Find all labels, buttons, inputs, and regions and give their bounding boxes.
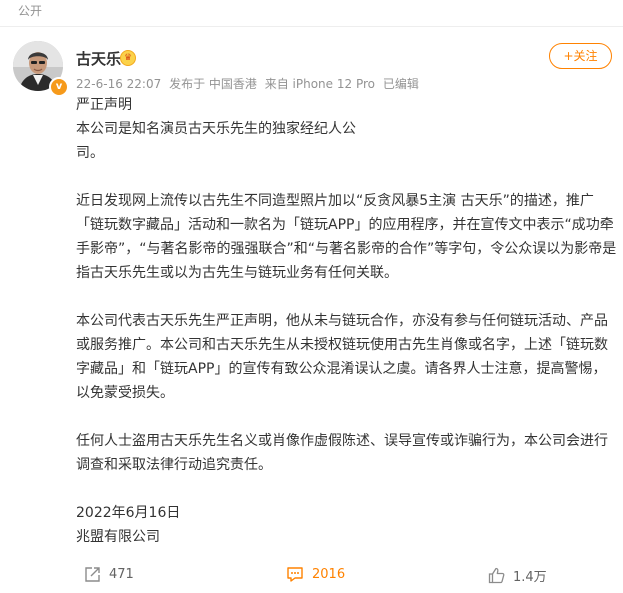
post-edited[interactable]: 已编辑 (383, 77, 419, 91)
repost-count: 471 (109, 567, 134, 582)
post-text-line: 本公司代表古天乐先生严正声明，他从未与链玩合作，亦没有参与任何链玩活动、产品 (76, 313, 608, 329)
comment-button[interactable]: 2016 (286, 566, 345, 583)
post-text-line: 手影帝”，“与著名影帝的强强联合”和“与著名影帝的合作”等字句，令公众误以为影帝… (76, 241, 617, 257)
post-text-line: 字藏品」和「链玩APP」的宣传有致公众混淆误认之虞。请各界人士注意，提高警惕， (76, 361, 607, 377)
thumbs-up-icon (488, 567, 505, 584)
post-text-line: 调查和采取法律行动追究责任。 (76, 457, 272, 473)
post-text-line: 近日发现网上流传以古先生不同造型照片加以“反贪风暴5主演 古天乐”的描述，推广 (76, 193, 594, 209)
post-text-line: 司。 (76, 145, 104, 161)
repost-button[interactable]: 471 (84, 566, 134, 583)
post-text-line: 任何人士盗用古天乐先生名义或肖像作虚假陈述、误导宣传或诈骗行为，本公司会进行 (76, 433, 608, 449)
like-count: 1.4万 (513, 570, 547, 585)
post-text-line: 「链玩数字藏品」活动和一款名为「链玩APP」的应用程序，并在宣传文中表示“成功牵 (76, 217, 614, 233)
action-bar: 471 2016 1.4万 (0, 560, 623, 593)
vip-crown-icon[interactable]: ♛ (120, 50, 136, 66)
post-device: 来自 iPhone 12 Pro (264, 77, 375, 91)
post-text-line: 指古天乐先生或以为古先生与链玩业务有任何关联。 (76, 265, 398, 281)
post-text-line: 严正声明 (76, 97, 132, 113)
weibo-post-page: 公开 v 古天乐 ♛ 22-6-16 22:07 发布于 中国香港 来自 iPh… (0, 0, 623, 593)
like-button[interactable]: 1.4万 (488, 566, 547, 585)
verified-badge: v (49, 77, 69, 97)
follow-button[interactable]: +关注 (549, 43, 612, 69)
post-location: 发布于 中国香港 (169, 77, 257, 91)
author-name[interactable]: 古天乐 (76, 48, 121, 69)
top-bar: 公开 (0, 0, 623, 27)
post-content: 严正声明本公司是知名演员古天乐先生的独家经纪人公 司。近日发现网上流传以古先生不同… (76, 93, 617, 549)
share-arrow-icon (85, 567, 100, 582)
post-meta: 22-6-16 22:07 发布于 中国香港 来自 iPhone 12 Pro … (76, 75, 423, 92)
post-date[interactable]: 22-6-16 22:07 (76, 77, 161, 91)
comment-bubble-icon (287, 567, 303, 582)
comment-count: 2016 (312, 567, 346, 582)
post-text-line: 兆盟有限公司 (76, 529, 160, 545)
post-text-line: 2022年6月16日 (76, 505, 181, 521)
post-text-line: 本公司是知名演员古天乐先生的独家经纪人公 (76, 121, 356, 137)
post-text-line: 或服务推广。本公司和古天乐先生从未授权链玩使用古先生肖像或名字，上述「链玩数 (76, 337, 608, 353)
visibility-label: 公开 (18, 4, 43, 18)
post-text-line: 以免蒙受损失。 (76, 385, 174, 401)
